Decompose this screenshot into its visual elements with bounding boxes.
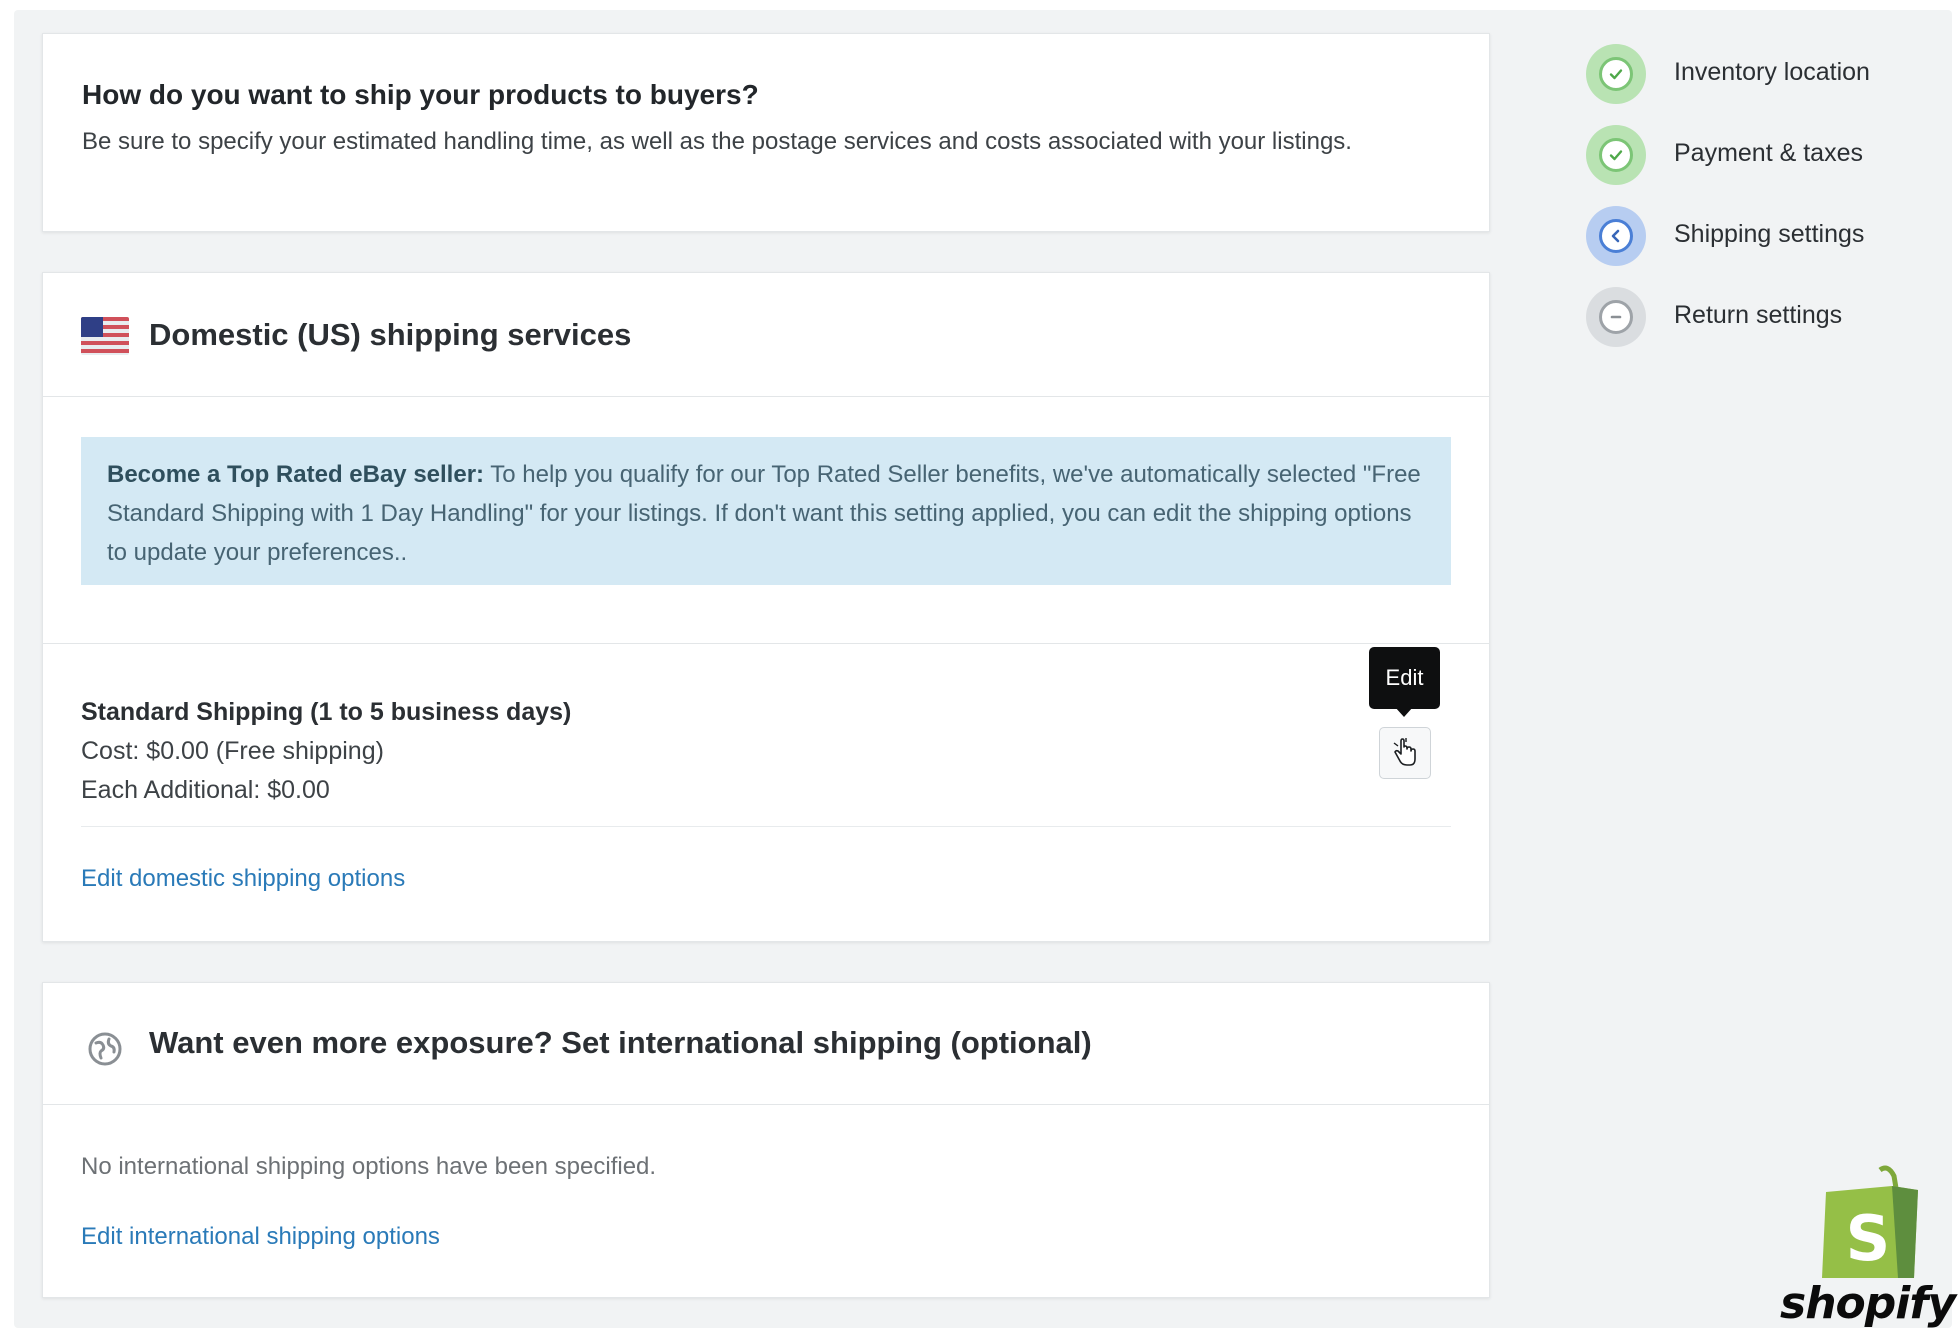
banner-heading: Become a Top Rated eBay seller:	[107, 461, 485, 488]
tooltip-arrow	[1395, 707, 1413, 717]
shipping-service-cost: Cost: $0.00 (Free shipping)	[81, 737, 384, 765]
hand-cursor-icon	[1393, 738, 1416, 766]
chevron-left-icon	[1599, 219, 1633, 253]
edit-tooltip: Edit	[1369, 647, 1440, 709]
step-return-settings[interactable]: Return settings	[1586, 287, 1926, 349]
section-divider	[43, 643, 1489, 644]
step-status-ring	[1586, 206, 1646, 266]
shipping-intro-card: How do you want to ship your products to…	[42, 33, 1490, 232]
step-payment-taxes[interactable]: Payment & taxes	[1586, 125, 1926, 187]
shipping-service-item: Standard Shipping (1 to 5 business days)…	[81, 693, 571, 810]
shopify-logo: S shopify	[1780, 1162, 1959, 1335]
check-icon	[1599, 57, 1633, 91]
edit-international-shipping-link[interactable]: Edit international shipping options	[81, 1223, 440, 1251]
edit-shipping-service-button[interactable]	[1379, 727, 1431, 779]
international-section-header: Want even more exposure? Set internation…	[43, 983, 1489, 1105]
check-icon	[1599, 138, 1633, 172]
globe-icon	[87, 1031, 123, 1067]
service-divider	[81, 826, 1451, 827]
step-label: Payment & taxes	[1674, 139, 1863, 167]
shipping-service-name: Standard Shipping (1 to 5 business days)	[81, 698, 572, 726]
us-flag-icon	[81, 317, 129, 355]
step-label: Inventory location	[1674, 58, 1870, 86]
shipping-service-additional: Each Additional: $0.00	[81, 776, 330, 804]
shopify-wordmark: shopify	[1780, 1278, 1956, 1329]
shopify-bag-icon: S	[1822, 1165, 1918, 1278]
page: How do you want to ship your products to…	[0, 0, 1959, 1335]
step-status-ring	[1586, 125, 1646, 185]
edit-domestic-shipping-link[interactable]: Edit domestic shipping options	[81, 865, 405, 893]
step-status-ring	[1586, 287, 1646, 347]
svg-text:S: S	[1846, 1202, 1891, 1275]
domestic-section-header: Domestic (US) shipping services	[43, 273, 1489, 397]
international-empty-text: No international shipping options have b…	[81, 1153, 657, 1180]
step-label: Return settings	[1674, 301, 1843, 329]
minus-icon	[1599, 300, 1633, 334]
step-label: Shipping settings	[1674, 220, 1865, 248]
international-shipping-card: Want even more exposure? Set internation…	[42, 982, 1490, 1298]
shipping-intro-description: Be sure to specify your estimated handli…	[82, 128, 1352, 155]
domestic-shipping-card: Domestic (US) shipping services Become a…	[42, 272, 1490, 942]
step-status-ring	[1586, 44, 1646, 104]
shipping-intro-title: How do you want to ship your products to…	[82, 79, 759, 110]
international-section-title: Want even more exposure? Set internation…	[149, 1025, 1092, 1060]
domestic-section-title: Domestic (US) shipping services	[149, 317, 632, 352]
step-shipping-settings[interactable]: Shipping settings	[1586, 206, 1926, 268]
step-inventory-location[interactable]: Inventory location	[1586, 44, 1926, 106]
top-rated-seller-banner: Become a Top Rated eBay seller: To help …	[81, 437, 1451, 585]
